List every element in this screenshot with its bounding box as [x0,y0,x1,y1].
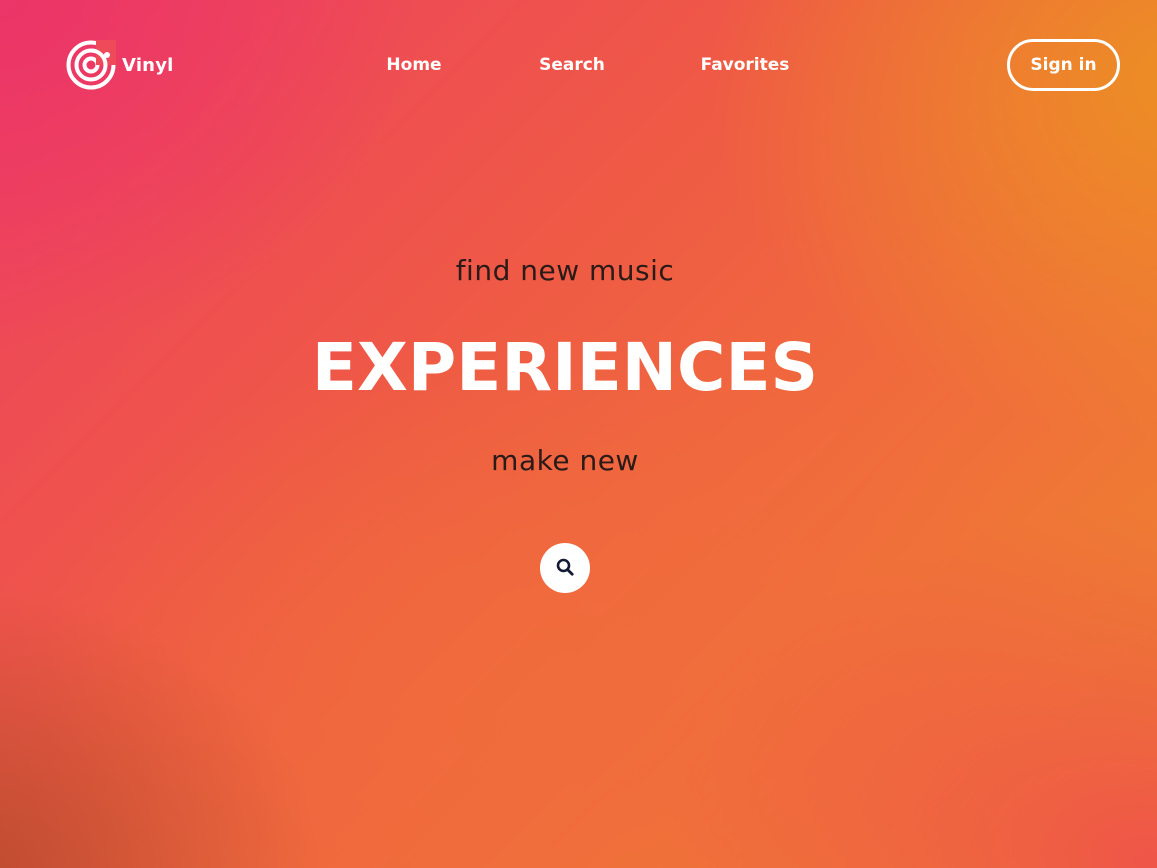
hero-tagline-top: find new music [455,254,675,287]
nav-item-favorites[interactable]: Favorites [701,54,790,76]
search-icon [556,558,574,579]
nav-item-home[interactable]: Home [386,54,441,76]
hero-search-button[interactable] [540,543,590,593]
hero-headline: EXPERIENCES [311,329,819,406]
sign-in-button[interactable]: Sign in [1007,39,1120,91]
page-background [0,0,1157,868]
main-nav: Home Search Favorites [0,54,1157,78]
nav-item-search[interactable]: Search [539,54,605,76]
hero-tagline-bottom: make new [491,444,639,477]
